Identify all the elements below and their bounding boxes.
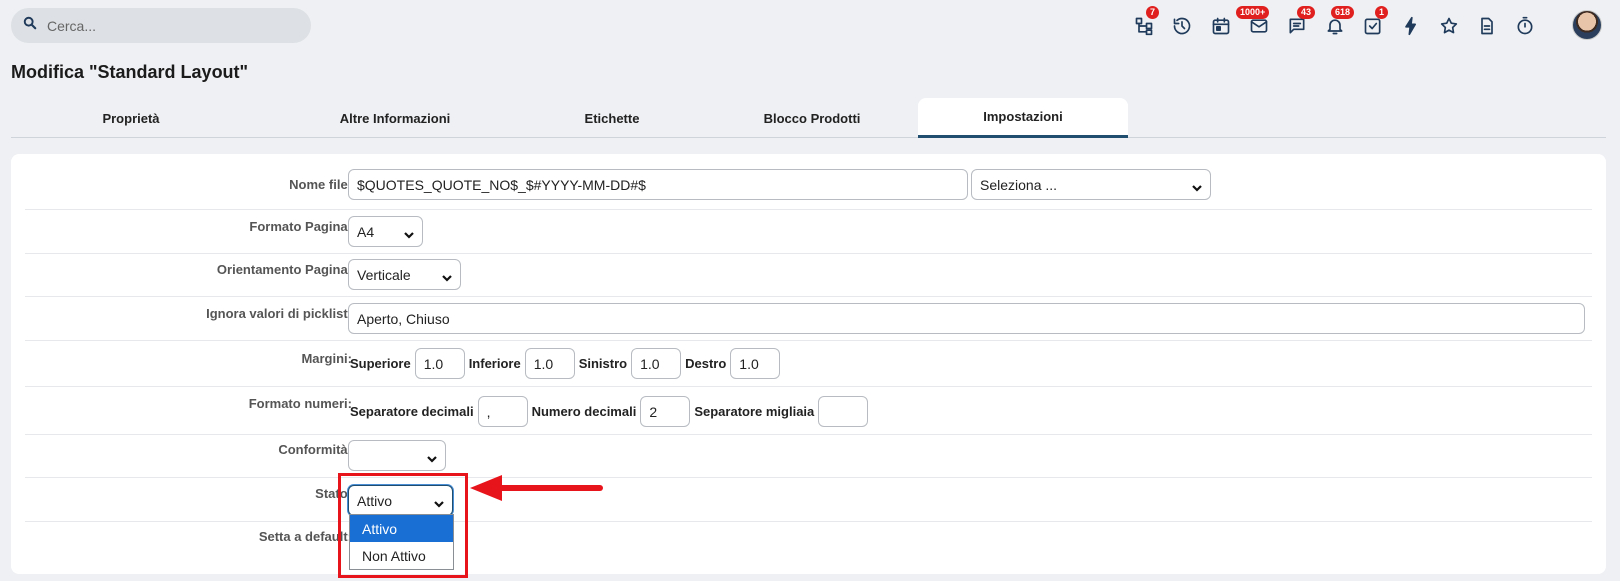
margin-left-input[interactable]: 1.0 [631,348,682,379]
search-box[interactable] [11,8,311,43]
decimal-separator-input[interactable]: , [477,396,528,427]
margin-bottom-input[interactable]: 1.0 [524,348,575,379]
tab-proprieta[interactable]: Proprietà [11,98,251,138]
thousands-separator-input[interactable] [818,396,869,427]
ignore-picklist-input[interactable]: Aperto, Chiuso [348,303,1585,334]
chevron-down-icon [427,451,437,463]
tab-impostazioni[interactable]: Impostazioni [918,98,1128,138]
chat-badge: 43 [1297,6,1316,19]
tab-etichette[interactable]: Etichette [539,98,685,138]
margin-top-label: Superiore [350,356,411,371]
settings-card: Nome file: $QUOTES_QUOTE_NO$_$#YYYY-MM-D… [11,154,1606,574]
structure-badge: 7 [1146,6,1160,19]
row-orientation: Orientamento Pagina: Verticale [25,255,1592,297]
compliance-label: Conformità: [278,442,352,457]
chevron-down-icon [442,270,452,282]
org-structure-icon[interactable]: 7 [1128,6,1160,42]
row-set-default: Setta a default: [25,523,1592,563]
orientation-value: Verticale [357,266,411,283]
page-title: Modifica "Standard Layout" [11,62,249,82]
decimals-label: Numero decimali [531,404,637,419]
lightning-icon[interactable] [1395,10,1427,42]
row-ignore-picklist: Ignora valori di picklist: Aperto, Chius… [25,298,1592,341]
chevron-down-icon [1192,180,1202,192]
margin-top-input[interactable]: 1.0 [414,348,465,379]
page-format-select[interactable]: A4 [348,216,423,247]
row-page-format: Formato Pagina: A4 [25,211,1592,254]
user-avatar[interactable] [1572,10,1602,40]
row-number-format: Formato numeri: Separatore decimali , Nu… [25,388,1592,435]
orientation-select[interactable]: Verticale [348,259,461,290]
row-status: Stato: Attivo [25,479,1592,522]
mail-icon[interactable]: 1000+ [1236,6,1275,42]
chat-icon[interactable]: 43 [1281,6,1316,42]
filename-select-value: Seleziona ... [980,176,1058,193]
ignore-picklist-label: Ignora valori di picklist: [206,306,352,321]
timer-icon[interactable] [1509,10,1541,42]
annotation-arrow-icon [470,475,603,501]
thousands-separator-label: Separatore migliaia [694,404,815,419]
top-bar: 7 1000+ 43 618 1 [0,0,1620,52]
mail-badge: 1000+ [1236,6,1270,19]
page-format-value: A4 [357,223,375,240]
tasks-badge: 1 [1375,6,1389,19]
tab-blocco-prodotti[interactable]: Blocco Prodotti [685,98,939,138]
history-icon[interactable] [1166,10,1198,42]
chevron-down-icon [404,227,414,239]
decimal-separator-label: Separatore decimali [350,404,474,419]
margins-label: Margini: [301,351,352,366]
margin-right-input[interactable]: 1.0 [730,348,781,379]
margin-bottom-label: Inferiore [468,356,521,371]
margin-right-label: Destro [685,356,727,371]
tab-bar: Proprietà Altre Informazioni Etichette B… [11,98,1606,138]
document-icon[interactable] [1471,10,1503,42]
star-icon[interactable] [1433,10,1465,42]
filename-label: Nome file: [289,177,352,192]
decimals-input[interactable]: 2 [640,396,691,427]
search-input[interactable] [47,17,287,34]
row-compliance: Conformità: [25,436,1592,478]
row-margins: Margini: Superiore 1.0 Inferiore 1.0 Sin… [25,342,1592,387]
tab-altre-informazioni[interactable]: Altre Informazioni [251,98,539,138]
page-format-label: Formato Pagina: [249,219,352,234]
tasks-icon[interactable]: 1 [1357,6,1389,42]
calendar-icon[interactable] [1205,10,1237,42]
margin-left-label: Sinistro [578,356,628,371]
orientation-label: Orientamento Pagina: [216,262,352,277]
number-format-label: Formato numeri: [248,396,352,411]
compliance-select[interactable] [348,440,446,471]
search-icon [23,16,37,35]
filename-variable-select[interactable]: Seleziona ... [971,169,1211,200]
row-filename: Nome file: $QUOTES_QUOTE_NO$_$#YYYY-MM-D… [25,164,1592,210]
notifications-badge: 618 [1331,6,1355,19]
annotation-highlight-box [338,473,468,578]
bell-icon[interactable]: 618 [1319,6,1355,42]
filename-input[interactable]: $QUOTES_QUOTE_NO$_$#YYYY-MM-DD#$ [348,169,968,200]
